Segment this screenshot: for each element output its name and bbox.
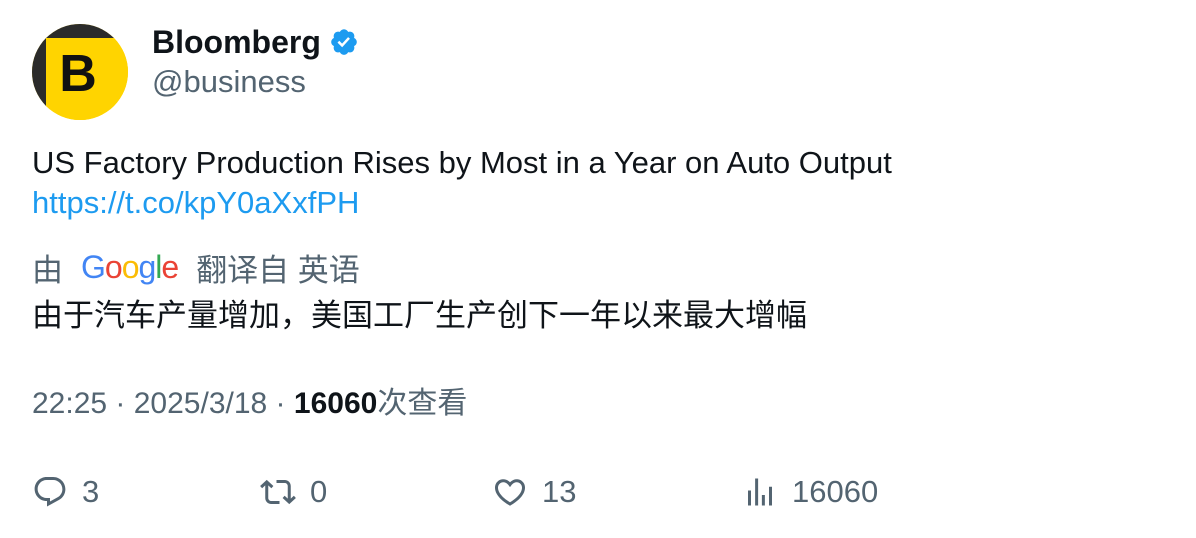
like-button[interactable]: 13 [492,470,576,514]
verified-badge-icon [331,29,357,55]
reply-count: 3 [82,474,100,509]
display-name[interactable]: Bloomberg [152,24,321,61]
handle[interactable]: @business [152,64,306,100]
retweet-button[interactable]: 0 [260,470,327,514]
reply-button[interactable]: 3 [32,470,99,514]
heart-icon [494,479,526,506]
google-logo: Google [81,248,179,285]
translated-by-label: 由 [32,252,63,288]
tweet-date[interactable]: 2025/3/18 [134,387,267,420]
tweet-meta: 22:25 · 2025/3/18 · 16060次查看 [32,384,467,424]
retweet-icon [260,479,296,505]
views-label: 次查看 [377,387,468,420]
like-count: 13 [542,474,577,509]
views-count: 16060 [293,387,378,420]
tweet-time[interactable]: 22:25 [32,387,107,420]
analytics-icon [748,478,772,506]
translation-attribution: 由 Google 翻译自 英语 [32,247,360,288]
translated-text: 由于汽车产量增加，美国工厂生产创下一年以来最大增幅 [32,298,807,333]
reply-icon [34,477,66,507]
views-action-count: 16060 [792,474,879,509]
author-name-row[interactable]: Bloomberg [152,22,359,62]
avatar-letter: B [46,38,128,120]
retweet-count: 0 [310,474,328,509]
avatar-shadow-left [32,24,46,120]
tweet-link[interactable]: https://t.co/kpY0aXxfPH [32,183,359,223]
avatar-shadow-top [32,24,128,38]
meta-separator: · [107,387,134,420]
avatar[interactable]: B [32,24,128,120]
translated-from-label: 翻译自 英语 [196,252,360,288]
views-button[interactable]: 16060 [742,470,878,514]
meta-separator-2: · [267,387,294,420]
tweet-text: US Factory Production Rises by Most in a… [32,145,892,180]
